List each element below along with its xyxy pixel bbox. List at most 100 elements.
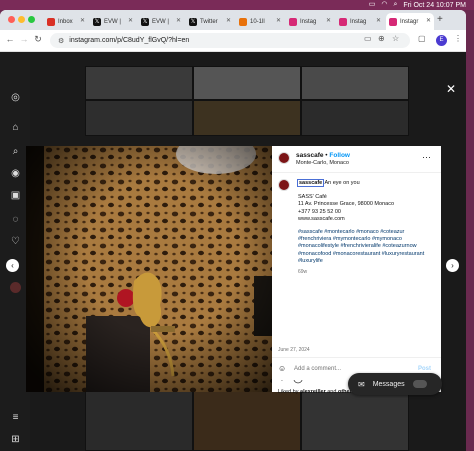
message-avatars (412, 380, 427, 388)
tab-evw-1[interactable]: 𝕏 EVW | ✕ (90, 13, 136, 30)
grid-thumb[interactable] (193, 100, 301, 136)
tab-10-1ll[interactable]: 10-1ll ✕ (236, 13, 284, 30)
hashtags[interactable]: #sasscafe #montecarlo #monaco #coteazur … (298, 229, 435, 265)
browser-toolbar: ← → ↻ ⚙ instagram.com/p/C8udY_flGvQ/?hl=… (0, 30, 466, 52)
site-info-icon[interactable]: ⚙ (58, 37, 64, 45)
tab-instagram-2[interactable]: Instag ✕ (336, 13, 384, 30)
close-window-button[interactable] (8, 16, 15, 23)
close-tab-icon[interactable]: ✕ (128, 17, 133, 24)
tab-label: Inbox (58, 18, 73, 25)
post-image[interactable] (26, 146, 272, 392)
minimize-window-button[interactable] (18, 16, 25, 23)
tab-label: EVW | (104, 18, 121, 25)
tab-label: Instag (350, 18, 367, 25)
more-options-icon[interactable]: ··· (422, 152, 431, 162)
caption-username[interactable]: sasscafe (296, 179, 325, 187)
close-tab-icon[interactable]: ✕ (376, 17, 381, 24)
grid-thumb[interactable] (85, 100, 193, 136)
tab-inbox[interactable]: Inbox ✕ (44, 13, 88, 30)
macos-menubar: ▭ ◠ ⌕ Fri Oct 24 10:07 PM (0, 0, 474, 10)
profile-avatar[interactable]: E (436, 35, 447, 46)
reload-icon[interactable]: ↻ (32, 34, 44, 45)
cast-icon[interactable]: ▭ (364, 34, 372, 43)
bookmark-star-icon[interactable]: ☆ (392, 34, 399, 43)
comment-input[interactable]: Add a comment... (294, 366, 341, 372)
instagram-icon (339, 17, 347, 26)
messages-label: Messages (372, 380, 405, 388)
caption-age: 69w (298, 269, 308, 276)
reels-icon[interactable]: ▣ (10, 190, 21, 201)
phone-number: +377 93 25 52 00 (298, 208, 341, 215)
profile-avatar[interactable] (10, 282, 21, 293)
instagram-icon (289, 17, 297, 26)
liked-prefix: Liked by (278, 389, 299, 395)
search-icon[interactable]: ⌕ (10, 146, 21, 157)
grid-thumb[interactable] (85, 66, 193, 100)
tab-label: EVW | (152, 18, 169, 25)
messages-icon: ✉ (358, 379, 365, 389)
zoom-icon[interactable]: ⊕ (378, 34, 385, 43)
website: www.sasscafe.com (298, 215, 345, 222)
author-avatar[interactable] (278, 152, 290, 164)
grid-thumb[interactable] (301, 100, 409, 136)
tab-label: Instag (300, 18, 317, 25)
more-icon[interactable]: ⊞ (10, 434, 21, 445)
close-tab-icon[interactable]: ✕ (276, 17, 281, 24)
battery-icon[interactable]: ▭ (369, 0, 376, 10)
tab-twitter[interactable]: 𝕏 Twitter ✕ (186, 13, 234, 30)
forward-icon[interactable]: → (18, 34, 30, 44)
tab-strip: Inbox ✕ 𝕏 EVW | ✕ 𝕏 EVW | ✕ 𝕏 Twitter ✕ … (0, 10, 466, 30)
post-comment-button[interactable]: Post (418, 366, 431, 372)
liked-and: and (327, 389, 337, 395)
separator-dot: • (325, 152, 328, 159)
home-icon[interactable]: ⌂ (10, 122, 21, 133)
grid-thumb[interactable] (85, 384, 193, 451)
tab-label: 10-1ll (250, 18, 265, 25)
explore-icon[interactable]: ◉ (10, 168, 21, 179)
back-icon[interactable]: ← (4, 34, 16, 44)
close-tab-icon[interactable]: ✕ (226, 17, 231, 24)
follow-button[interactable]: Follow (329, 152, 350, 159)
wifi-icon[interactable]: ◠ (381, 0, 387, 10)
tab-evw-2[interactable]: 𝕏 EVW | ✕ (138, 13, 184, 30)
new-tab-button[interactable]: + (437, 14, 443, 25)
tab-instagram-active[interactable]: Instagr ✕ (386, 13, 434, 30)
caption-avatar[interactable] (278, 179, 290, 191)
post-location[interactable]: Monte-Carlo, Monaco (296, 160, 349, 166)
divider (272, 357, 441, 358)
close-modal-icon[interactable]: ✕ (446, 82, 456, 96)
close-tab-icon[interactable]: ✕ (426, 17, 431, 24)
zoom-window-button[interactable] (28, 16, 35, 23)
search-icon[interactable]: ⌕ (393, 0, 397, 10)
tab-instagram-1[interactable]: Instag ✕ (286, 13, 334, 30)
post-date: June 27, 2024 (278, 347, 310, 353)
notifications-heart-icon[interactable]: ♡ (10, 236, 21, 247)
x-icon: 𝕏 (93, 17, 101, 26)
tab-label: Instagr (400, 18, 419, 25)
messenger-icon[interactable]: ◌ (10, 214, 21, 225)
grid-thumb[interactable] (301, 66, 409, 100)
url-text: instagram.com/p/C8udY_flGvQ/?hl=en (69, 37, 190, 44)
x-icon: 𝕏 (189, 17, 197, 26)
messages-button[interactable]: ✉ Messages (348, 373, 442, 395)
close-tab-icon[interactable]: ✕ (80, 17, 85, 24)
author-username[interactable]: sasscafe (296, 152, 323, 159)
emoji-icon[interactable]: ☺ (278, 364, 286, 373)
next-post-icon[interactable]: › (446, 259, 459, 272)
close-tab-icon[interactable]: ✕ (326, 17, 331, 24)
menu-icon[interactable]: ⋮ (454, 34, 462, 43)
address-line: 11 Av. Princesse Grace, 98000 Monaco (298, 201, 395, 208)
page-icon (239, 17, 247, 26)
liked-user[interactable]: alexreiller (300, 389, 326, 395)
extensions-icon[interactable]: ▢ (418, 34, 426, 43)
previous-post-icon[interactable]: ‹ (6, 259, 19, 272)
instagram-logo-icon[interactable]: ◎ (10, 92, 21, 103)
menubar-clock[interactable]: Fri Oct 24 10:07 PM (403, 2, 466, 9)
post-photo (26, 146, 272, 392)
tab-label: Twitter (200, 18, 218, 25)
address-bar[interactable]: ⚙ instagram.com/p/C8udY_flGvQ/?hl=en (50, 33, 410, 48)
close-tab-icon[interactable]: ✕ (176, 17, 181, 24)
likes-line: Liked by alexreiller and others (278, 389, 355, 395)
menu-icon[interactable]: ≡ (10, 412, 21, 423)
grid-thumb[interactable] (193, 66, 301, 100)
